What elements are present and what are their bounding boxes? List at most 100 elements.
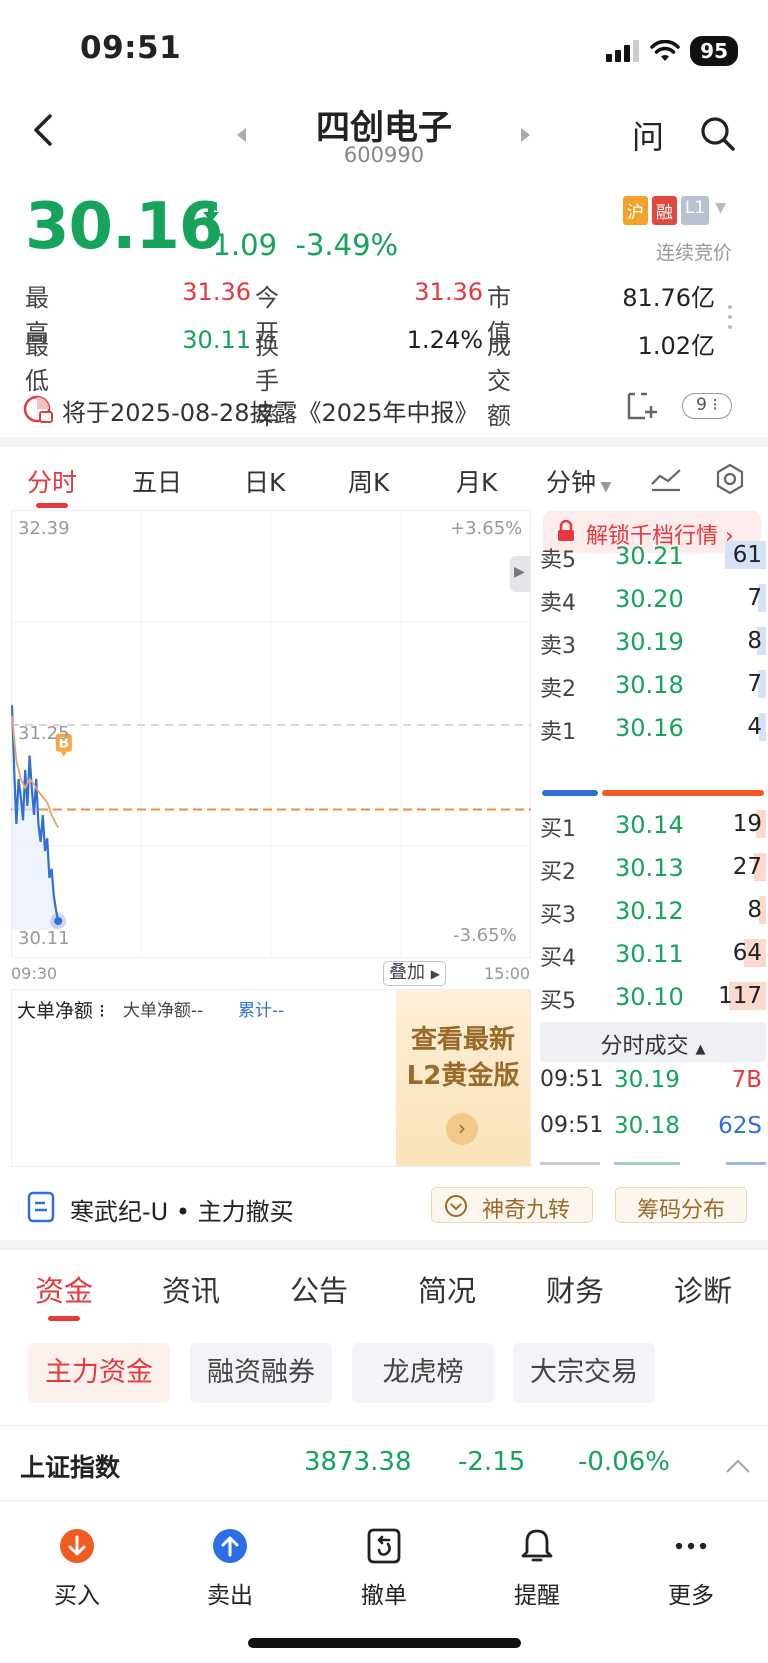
tab-financials[interactable]: 财务 — [546, 1268, 604, 1310]
tab-daily-k[interactable]: 日K — [244, 463, 285, 499]
section-divider — [0, 1240, 768, 1250]
tab-five-day[interactable]: 五日 — [132, 463, 182, 499]
bids-row-5[interactable]: 买5 30.10 117 — [540, 977, 766, 1017]
asks-row-5[interactable]: 卖1 30.16 4 — [540, 708, 766, 748]
tab-funds[interactable]: 资金 — [35, 1268, 93, 1310]
bids-row-1[interactable]: 买1 30.14 19 — [540, 805, 766, 845]
tab-minute[interactable]: 分钟 ▼ — [546, 463, 611, 499]
asks-row-1[interactable]: 卖5 30.21 61 — [540, 536, 766, 576]
down-arrow-icon — [203, 203, 219, 222]
home-indicator[interactable] — [248, 1638, 521, 1648]
buy-icon — [60, 1529, 94, 1563]
y-axis-mid: 31.25 — [18, 723, 70, 744]
level-label: 卖1 — [540, 720, 576, 745]
level-label: 买1 — [540, 817, 576, 842]
bids-row-4[interactable]: 买4 30.11 64 — [540, 934, 766, 974]
tab-news[interactable]: 资讯 — [162, 1268, 220, 1310]
add-note-icon[interactable] — [625, 390, 657, 422]
big-order-title[interactable]: 大单净额 ⁝ — [17, 996, 105, 1023]
level-price: 30.21 — [615, 542, 684, 570]
chevron-up-icon[interactable] — [725, 1458, 751, 1474]
ticks-title: 分时成交 ▲ — [540, 1028, 766, 1060]
stat-amount: 1.02亿 — [637, 332, 715, 360]
asks-row-4[interactable]: 卖2 30.18 7 — [540, 665, 766, 705]
tab-intraday[interactable]: 分时 — [27, 463, 77, 499]
disclosure-count[interactable]: 9 ⁝ — [682, 393, 732, 419]
buy-button[interactable]: 买入 — [27, 1528, 127, 1610]
level-price: 30.16 — [615, 714, 684, 742]
index-name[interactable]: 上证指数 — [20, 1448, 120, 1484]
level-volume: 4 — [747, 714, 762, 740]
tab-monthly-k[interactable]: 月K — [456, 463, 497, 499]
buy-sell-ratio-bar — [542, 790, 764, 796]
alert-button[interactable]: 提醒 — [487, 1528, 587, 1610]
y-axis-top: 32.39 — [18, 518, 70, 539]
disclosure-count-value: 9 — [696, 395, 707, 415]
dropdown-icon[interactable]: ▼ — [713, 196, 728, 225]
level-label: 卖4 — [540, 591, 576, 616]
tick-volume: 62S — [718, 1113, 762, 1139]
big-order-cumulative: 累计-- — [238, 1001, 285, 1021]
stat-label: 成交额 — [487, 332, 511, 430]
bids-row-3[interactable]: 买3 30.12 8 — [540, 891, 766, 931]
chevron-down-icon: ▼ — [596, 479, 612, 495]
last-point — [54, 917, 63, 926]
tab-minute-label: 分钟 — [546, 468, 597, 497]
subtab-dragon-tiger[interactable]: 龙虎榜 — [352, 1343, 494, 1403]
badge-l1[interactable]: L1 — [680, 196, 710, 225]
x-axis-end: 15:00 — [484, 964, 531, 983]
ask-button[interactable]: 问 — [632, 112, 664, 158]
section-divider — [0, 437, 768, 447]
asks-row-2[interactable]: 卖4 30.20 7 — [540, 579, 766, 619]
news-icon — [27, 1191, 55, 1223]
chart-expand-handle[interactable]: ▶ — [510, 556, 530, 592]
bids-row-2[interactable]: 买2 30.13 27 — [540, 848, 766, 888]
indicator-icon[interactable] — [650, 466, 682, 492]
level-price: 30.19 — [615, 628, 684, 656]
more-button[interactable]: 更多 — [641, 1528, 741, 1610]
subtab-margin[interactable]: 融资融券 — [190, 1343, 332, 1403]
level-volume: 27 — [732, 854, 762, 880]
sell-icon — [213, 1529, 247, 1563]
tab-announcements[interactable]: 公告 — [290, 1268, 348, 1310]
status-time: 09:51 — [80, 30, 182, 66]
tab-profile[interactable]: 简况 — [418, 1268, 476, 1310]
overlay-button[interactable]: 叠加 ▶ — [383, 961, 446, 986]
price-change: -1.09 -3.49% — [202, 228, 398, 262]
search-icon[interactable] — [700, 116, 736, 152]
level-volume: 7 — [747, 585, 762, 611]
news-headline[interactable]: 寒武纪-U • 主力撤买 — [70, 1192, 294, 1227]
level-price: 30.20 — [615, 585, 684, 613]
report-icon — [23, 395, 53, 423]
stat-low: 30.11 — [182, 326, 251, 354]
stat-turnover: 1.24% — [406, 326, 483, 354]
more-stats-icon[interactable] — [728, 305, 732, 335]
level-price: 30.13 — [615, 854, 684, 882]
cancel-order-button[interactable]: 撤单 — [334, 1528, 434, 1610]
tab-weekly-k[interactable]: 周K — [348, 463, 389, 499]
divider — [0, 1425, 768, 1426]
stat-market-cap: 81.76亿 — [622, 284, 715, 312]
level-label: 买3 — [540, 903, 576, 928]
buy-label: 买入 — [54, 1583, 100, 1609]
settings-icon[interactable] — [713, 462, 747, 496]
subtab-block-trade[interactable]: 大宗交易 — [513, 1343, 655, 1403]
chevron-right-icon[interactable]: › — [446, 1113, 478, 1145]
level-price: 30.18 — [615, 671, 684, 699]
y-axis-bottom: 30.11 — [18, 928, 70, 949]
stat-open: 31.36 — [414, 278, 483, 306]
level-label: 买2 — [540, 860, 576, 885]
level-volume: 117 — [718, 983, 762, 1009]
level-price: 30.14 — [615, 811, 684, 839]
alert-label: 提醒 — [514, 1583, 560, 1609]
level-volume: 8 — [747, 628, 762, 654]
sell-label: 卖出 — [207, 1583, 253, 1609]
next-stock-icon[interactable] — [521, 128, 530, 142]
battery-level: 95 — [690, 36, 738, 66]
tab-diagnosis[interactable]: 诊断 — [674, 1268, 732, 1310]
subtab-main-funds[interactable]: 主力资金 — [28, 1343, 170, 1403]
asks-row-3[interactable]: 卖3 30.19 8 — [540, 622, 766, 662]
disclosure-text[interactable]: 将于2025-08-28披露《2025年中报》 — [62, 393, 479, 428]
overlay-label: 叠加 — [389, 962, 425, 983]
sell-button[interactable]: 卖出 — [180, 1528, 280, 1610]
